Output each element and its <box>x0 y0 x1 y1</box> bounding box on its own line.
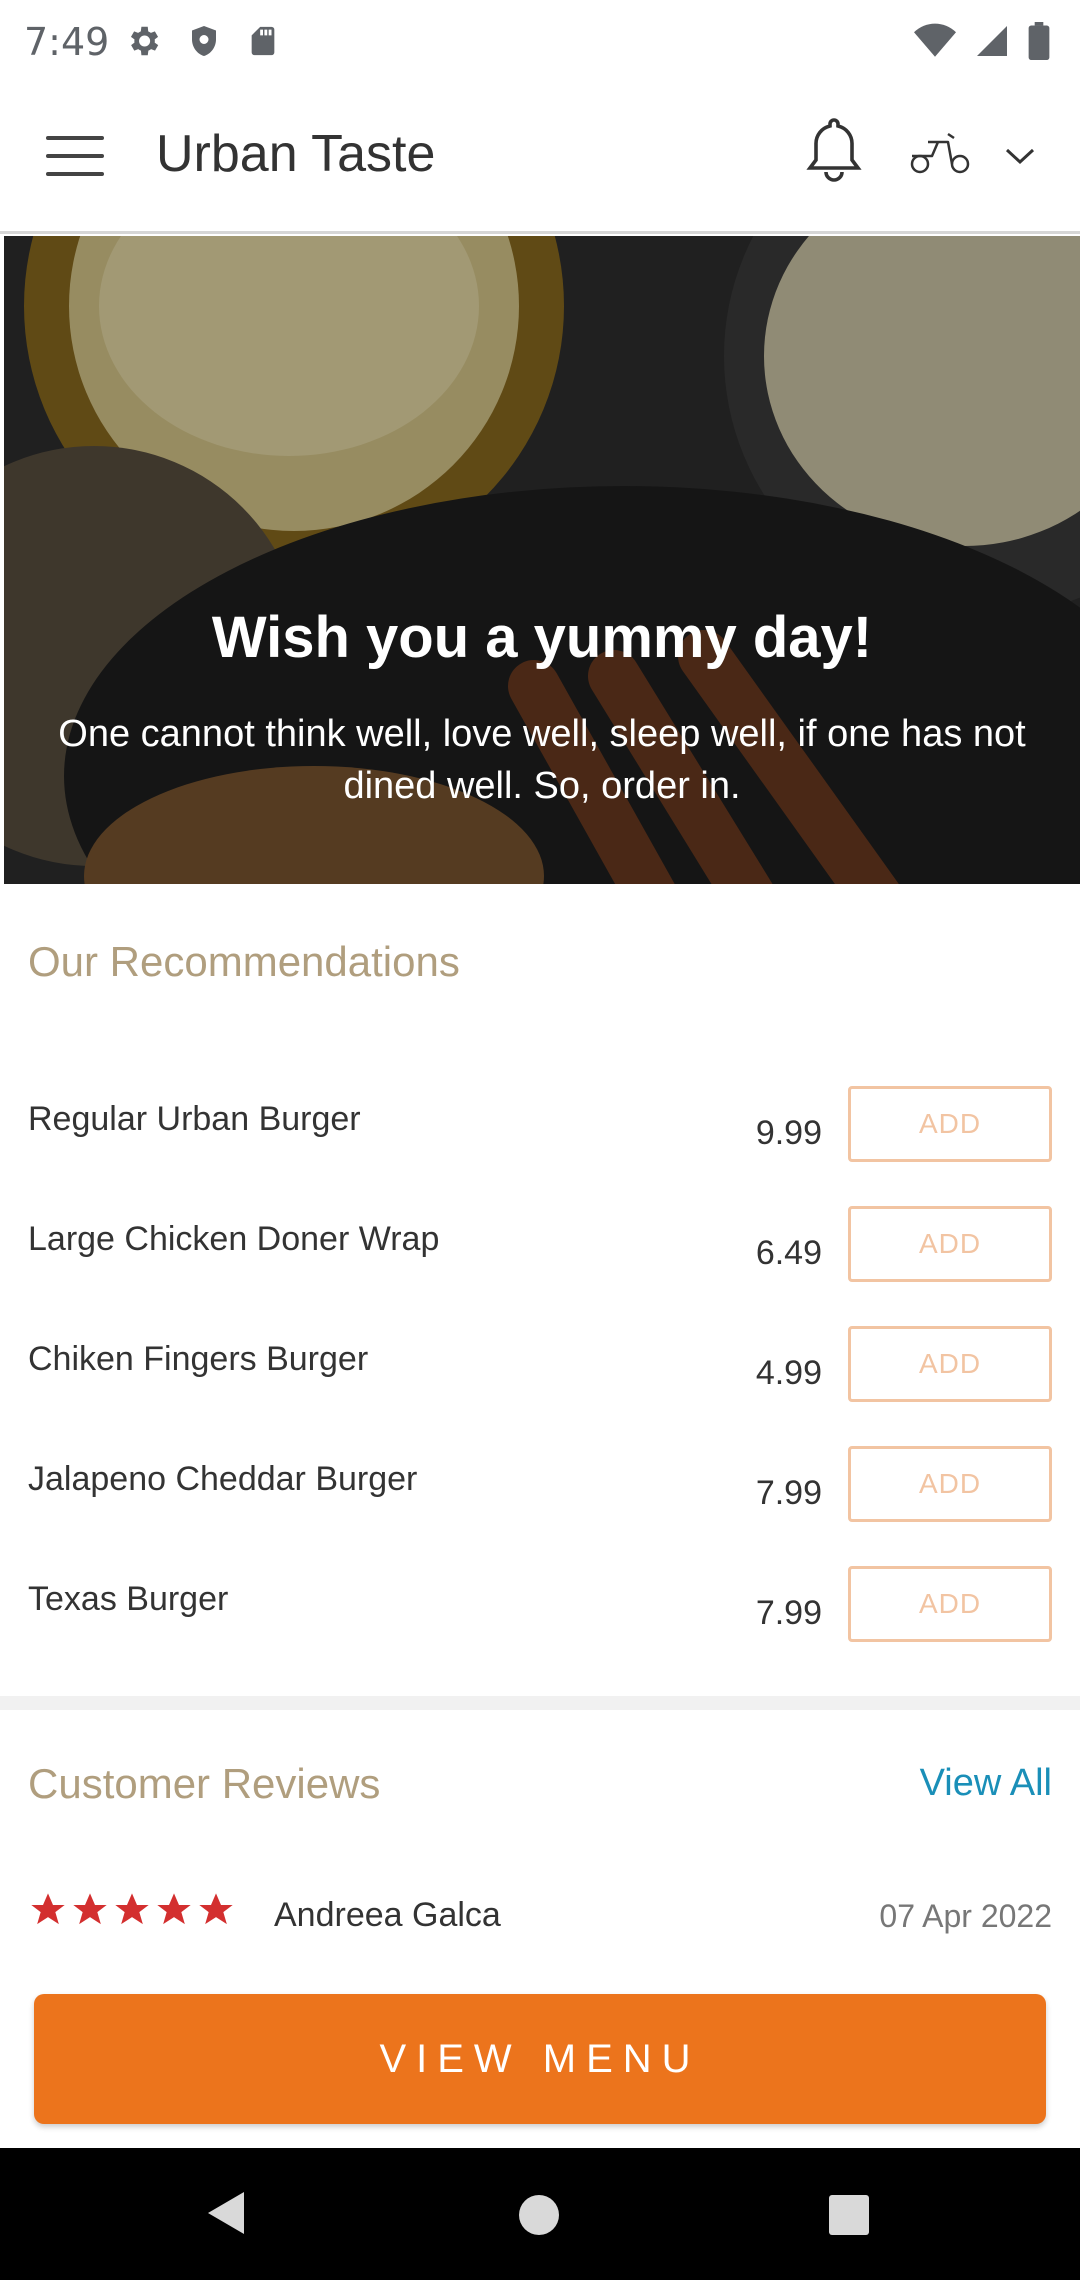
item-price: 7.99 <box>755 1474 822 1512</box>
bell-icon[interactable] <box>804 114 864 182</box>
app-title: Urban Taste <box>156 125 436 183</box>
star-icon <box>115 1893 149 1925</box>
item-price: 4.99 <box>755 1354 822 1392</box>
hero-subtitle: One cannot think well, love well, sleep … <box>58 713 1026 807</box>
chevron-down-icon[interactable] <box>1004 146 1036 166</box>
status-right-icons <box>914 22 1050 60</box>
star-icon <box>31 1893 65 1925</box>
sd-card-icon <box>251 26 275 56</box>
signal-icon <box>977 26 1007 56</box>
list-item: Large Chicken Doner Wrap 6.49 ADD <box>0 1206 1080 1316</box>
back-icon[interactable] <box>206 2190 246 2236</box>
section-divider <box>0 1696 1080 1710</box>
battery-icon <box>1028 22 1050 60</box>
star-icon <box>157 1893 191 1925</box>
status-bar: 7:49 <box>0 0 1080 86</box>
add-button[interactable]: ADD <box>848 1446 1052 1522</box>
add-button[interactable]: ADD <box>848 1086 1052 1162</box>
item-name: Regular Urban Burger <box>28 1100 361 1138</box>
delivery-scooter-icon[interactable] <box>908 126 972 176</box>
review-row[interactable]: Andreea Galca 07 Apr 2022 <box>0 1886 1080 1946</box>
hero-banner: Wish you a yummy day! One cannot think w… <box>4 236 1080 884</box>
list-item: Jalapeno Cheddar Burger 7.99 ADD <box>0 1446 1080 1556</box>
recommendations-title: Our Recommendations <box>28 938 460 985</box>
list-item: Regular Urban Burger 9.99 ADD <box>0 1086 1080 1196</box>
reviews-title: Customer Reviews <box>28 1760 381 1807</box>
item-name: Jalapeno Cheddar Burger <box>28 1460 418 1498</box>
status-time: 7:49 <box>24 20 110 64</box>
item-name: Large Chicken Doner Wrap <box>28 1220 440 1258</box>
add-button[interactable]: ADD <box>848 1326 1052 1402</box>
item-name: Texas Burger <box>28 1580 229 1618</box>
system-nav-bar <box>0 2148 1080 2280</box>
hero-title: Wish you a yummy day! <box>211 605 873 670</box>
add-button[interactable]: ADD <box>848 1566 1052 1642</box>
item-name: Chiken Fingers Burger <box>28 1340 369 1378</box>
view-menu-button[interactable]: VIEW MENU <box>34 1994 1046 2124</box>
item-price: 7.99 <box>755 1594 822 1632</box>
settings-icon <box>130 26 159 56</box>
reviewer-name: Andreea Galca <box>274 1896 501 1934</box>
menu-icon[interactable] <box>46 136 104 176</box>
star-rating <box>28 1890 236 1930</box>
status-left-icons <box>124 22 280 60</box>
item-price: 6.49 <box>755 1234 822 1272</box>
view-all-link[interactable]: View All <box>920 1762 1052 1805</box>
add-button[interactable]: ADD <box>848 1206 1052 1282</box>
review-date: 07 Apr 2022 <box>879 1898 1052 1934</box>
list-item: Chiken Fingers Burger 4.99 ADD <box>0 1326 1080 1436</box>
home-icon[interactable] <box>518 2194 560 2236</box>
shield-icon <box>192 26 216 56</box>
star-icon <box>199 1893 233 1925</box>
star-icon <box>73 1893 107 1925</box>
wifi-icon <box>914 23 956 57</box>
recent-apps-icon[interactable] <box>828 2194 870 2236</box>
app-bar: Urban Taste <box>0 86 1080 234</box>
item-price: 9.99 <box>755 1114 822 1152</box>
list-item: Texas Burger 7.99 ADD <box>0 1566 1080 1676</box>
